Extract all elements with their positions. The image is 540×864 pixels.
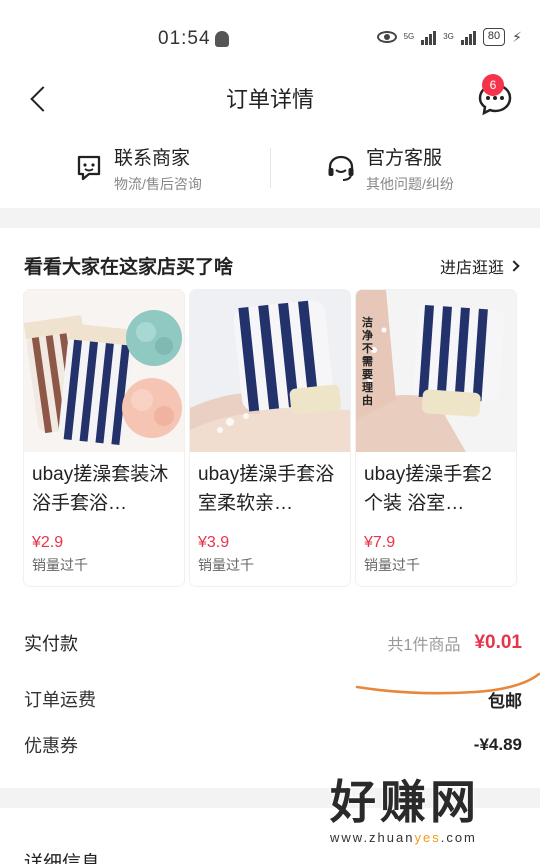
signal-icon [421,29,437,45]
watermark-url: www.zhuanyes.com [330,830,477,845]
divider [270,148,271,188]
store-heading: 看看大家在这家店买了啥 [24,257,234,278]
network-5g-label: 5G [403,32,415,41]
contact-merchant-button[interactable]: 联系商家 物流/售后咨询 [74,138,202,198]
product-image: 洁净不需要理由 [356,290,516,452]
coupon-value: -¥4.89 [473,735,522,754]
product-sales: 销量过千 [32,557,88,573]
product-title: ubay搓澡套装沐浴手套浴… [32,464,169,514]
status-indicators: 5G 3G 80 ⚡ [376,28,522,46]
battery-icon: 80 [482,28,506,46]
headset-icon [328,155,354,181]
site-watermark: 好赚网 www.zhuanyes.com [330,778,530,862]
coupon-row: 优惠券 -¥4.89 [24,732,522,758]
item-count: 共1件商品 [387,637,461,654]
nav-bar: 订单详情 6 [0,72,540,128]
product-card[interactable]: 洁净不需要理由 ubay搓澡手套2个装 浴室… ¥7.9 销量过千 [356,290,516,586]
contact-service-label: 官方客服 [366,147,443,169]
payment-summary: 实付款 共1件商品 ¥0.01 订单运费 包邮 优惠券 -¥4.89 [0,604,540,788]
paid-amount-row: 实付款 共1件商品 ¥0.01 [24,630,522,656]
product-image [24,290,184,452]
paid-label: 实付款 [24,634,78,654]
message-badge: 6 [482,74,504,96]
network-3g-label: 3G [443,32,454,41]
status-time: 01:54 [158,28,211,49]
product-card[interactable]: ubay搓澡手套浴室柔软亲… ¥3.9 销量过千 [190,290,350,586]
qq-notification-icon [215,31,229,47]
product-price: ¥7.9 [364,534,396,551]
shipping-value: 包邮 [488,691,522,711]
product-image-caption: 洁净不需要理由 [362,316,373,407]
paid-total: ¥0.01 [474,632,522,653]
message-button[interactable]: 6 [478,74,514,116]
product-card[interactable]: ubay搓澡套装沐浴手套浴… ¥2.9 销量过千 [24,290,184,586]
shipping-label: 订单运费 [24,690,96,710]
eye-comfort-icon [376,31,397,43]
signal-icon-2 [460,29,476,45]
status-bar: 01:54 5G 3G 80 ⚡ [0,0,540,72]
contact-merchant-sub: 物流/售后咨询 [114,175,202,192]
details-title: 详细信息 [24,853,101,864]
chevron-right-icon [508,260,520,272]
product-title: ubay搓澡手套浴室柔软亲… [198,464,335,514]
contact-section: 联系商家 物流/售后咨询 官方客服 其他问题/纠纷 [0,128,540,208]
product-sales: 销量过千 [198,557,254,573]
merchant-chat-icon [77,155,101,181]
coupon-label: 优惠券 [24,736,78,756]
contact-service-sub: 其他问题/纠纷 [366,175,454,192]
watermark-logo-text: 好赚网 [330,776,480,828]
shipping-row: 订单运费 包邮 [24,686,522,712]
store-recommendations: 看看大家在这家店买了啥 进店逛逛 ubay搓澡套装沐浴手套浴… ¥2.9 销量过… [0,228,540,604]
visit-store-link[interactable]: 进店逛逛 [439,254,520,278]
product-price: ¥2.9 [32,534,64,551]
visit-store-label: 进店逛逛 [439,260,504,277]
product-price: ¥3.9 [198,534,230,551]
product-image [190,290,350,452]
product-title: ubay搓澡手套2个装 浴室… [364,464,492,514]
contact-service-button[interactable]: 官方客服 其他问题/纠纷 [326,138,454,198]
contact-merchant-label: 联系商家 [114,147,191,169]
charging-icon: ⚡ [512,28,522,45]
product-list: ubay搓澡套装沐浴手套浴… ¥2.9 销量过千 ubay搓澡手套浴室柔软亲… … [24,290,540,590]
page-title: 订单详情 [225,87,314,112]
product-sales: 销量过千 [364,557,420,573]
